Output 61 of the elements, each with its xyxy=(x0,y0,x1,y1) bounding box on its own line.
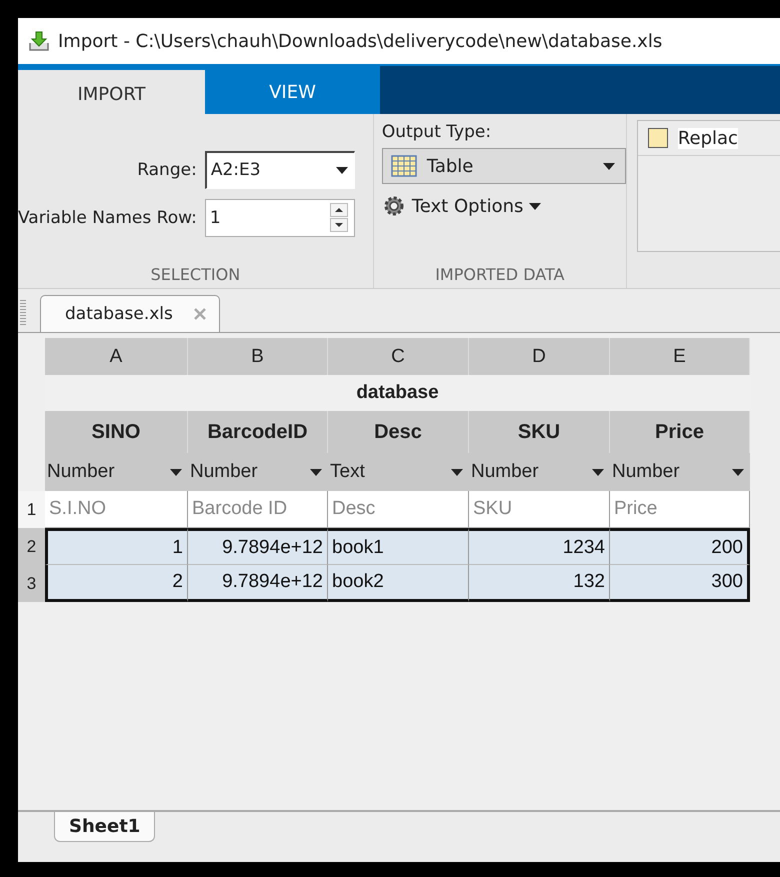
row-number[interactable]: 1 xyxy=(18,491,45,528)
caret-icon xyxy=(336,166,348,174)
variable-names-row-label: Variable Names Row: xyxy=(18,208,197,228)
table-cell: 1234 xyxy=(469,528,610,565)
ribbon-tab[interactable]: IMPORT xyxy=(18,66,205,114)
range-label: Range: xyxy=(137,160,197,180)
import-icon xyxy=(28,30,50,52)
table-cell: SKU xyxy=(469,491,610,528)
column-type-dropdown[interactable]: Number xyxy=(469,453,610,491)
column-type-dropdown[interactable]: Number xyxy=(188,453,328,491)
ribbon-tab[interactable]: VIEW xyxy=(205,66,380,114)
caret-icon xyxy=(602,162,615,170)
variable-name[interactable]: SINO xyxy=(45,411,188,453)
table-cell: 2 xyxy=(45,565,188,602)
row-number[interactable]: 3 xyxy=(18,565,45,602)
section-label: SELECTION xyxy=(150,265,242,284)
column-header[interactable]: A xyxy=(45,338,188,375)
caret-icon xyxy=(529,202,542,210)
output-type-dropdown[interactable]: Table xyxy=(382,148,626,184)
caret-icon xyxy=(170,468,182,476)
caret-icon xyxy=(451,468,463,476)
window-title: Import - C:\Users\chauh\Downloads\deliverycode\new\database.xls xyxy=(58,30,662,52)
column-type-dropdown[interactable]: Text xyxy=(328,453,469,491)
text-options-button[interactable]: Text Options xyxy=(382,190,542,222)
sheet-tab[interactable]: Sheet1 xyxy=(54,812,156,842)
column-header[interactable]: E xyxy=(610,338,750,375)
section-label: IMPORTED DATA xyxy=(434,265,566,284)
column-type-dropdown[interactable]: Number xyxy=(610,453,750,491)
column-header[interactable]: D xyxy=(469,338,610,375)
table-cell: Desc xyxy=(328,491,469,528)
names-row-spinner[interactable]: 1 xyxy=(204,198,355,236)
row-number[interactable]: 2 xyxy=(18,528,45,565)
replace-label: Replac xyxy=(678,128,738,148)
swatch-icon xyxy=(648,128,668,148)
gear-icon xyxy=(382,194,406,218)
column-header[interactable]: C xyxy=(328,338,469,375)
table-cell: book1 xyxy=(328,528,469,565)
table-cell: 300 xyxy=(610,565,750,602)
column-type-dropdown[interactable]: Number xyxy=(45,453,188,491)
grip-icon[interactable] xyxy=(20,300,26,326)
table-cell: 132 xyxy=(469,565,610,602)
table-cell: Barcode ID xyxy=(188,491,328,528)
table-cell: 9.7894e+12 xyxy=(188,565,328,602)
table-cell: 200 xyxy=(610,528,750,565)
caret-icon xyxy=(310,468,322,476)
table-cell: book2 xyxy=(328,565,469,602)
table-icon xyxy=(390,155,417,177)
table-cell: 9.7894e+12 xyxy=(188,528,328,565)
column-header[interactable]: B xyxy=(188,338,328,375)
variable-name[interactable]: Desc xyxy=(328,411,469,453)
variable-name[interactable]: BarcodeID xyxy=(188,411,328,453)
variable-name[interactable]: SKU xyxy=(469,411,610,453)
variable-name[interactable]: Price xyxy=(610,411,750,453)
table-cell: S.I.NO xyxy=(45,491,188,528)
output-type-label: Output Type: xyxy=(382,122,492,142)
caret-icon xyxy=(732,468,744,476)
caret-icon xyxy=(592,468,604,476)
table-cell: 1 xyxy=(45,528,188,565)
document-tab[interactable]: database.xls xyxy=(40,295,220,332)
table-cell: Price xyxy=(610,491,750,528)
range-dropdown[interactable]: A2:E3 xyxy=(204,150,355,188)
